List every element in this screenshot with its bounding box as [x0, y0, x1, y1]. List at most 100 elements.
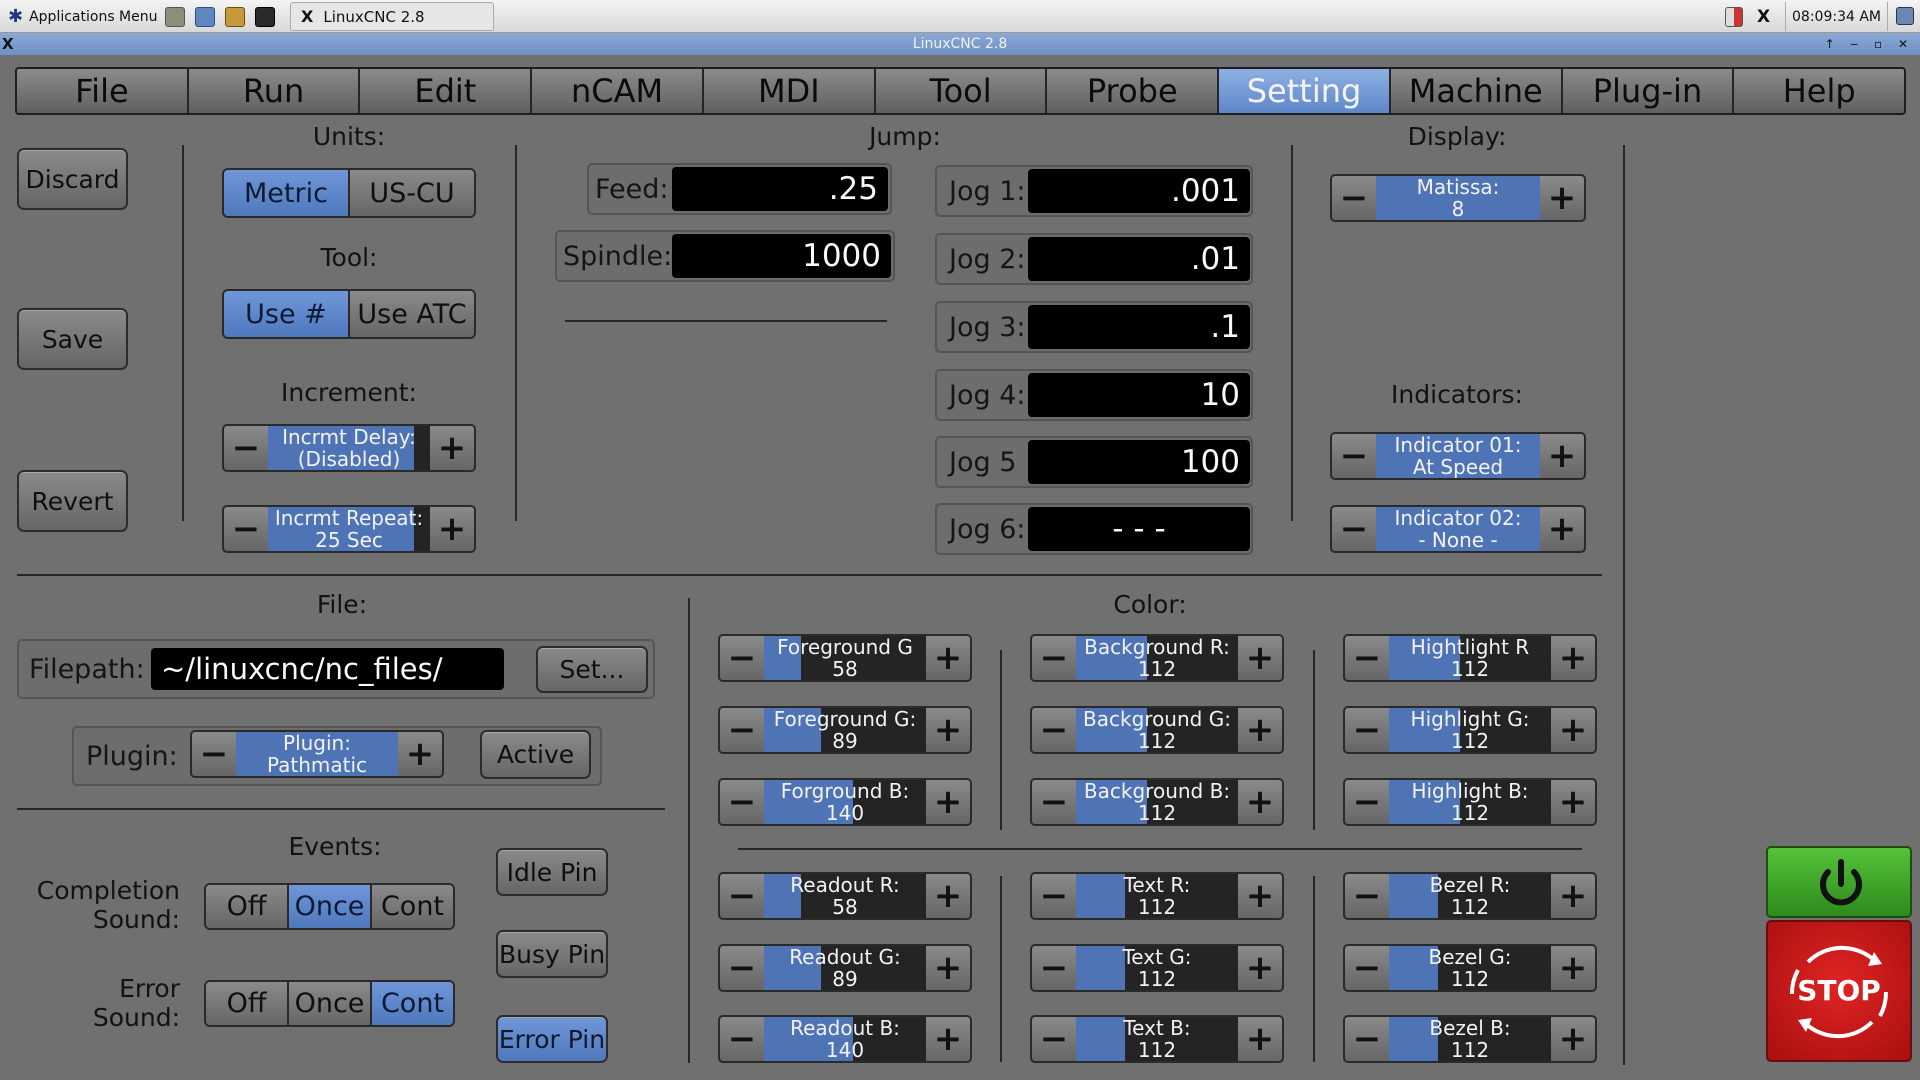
- color-upper-1-2-minus-button[interactable]: −: [1032, 780, 1076, 824]
- jog-2-value-field[interactable]: .01: [1028, 237, 1250, 281]
- tab-help[interactable]: Help: [1734, 69, 1904, 113]
- applications-menu[interactable]: ✱ Applications Menu: [8, 0, 158, 33]
- indicator-02-minus-button[interactable]: −: [1332, 507, 1376, 551]
- color-upper-1-0-plus-button[interactable]: +: [1238, 636, 1282, 680]
- jog-1-value-field[interactable]: .001: [1028, 169, 1250, 213]
- color-lower-2-2-plus-button[interactable]: +: [1551, 1017, 1595, 1061]
- plugin-active-button[interactable]: Active: [480, 730, 591, 779]
- revert-button[interactable]: Revert: [17, 470, 128, 532]
- clock[interactable]: 08:09:34 AM: [1785, 2, 1888, 31]
- error-sound-once-option[interactable]: Once: [289, 982, 372, 1025]
- window-menu-icon[interactable]: X: [2, 33, 14, 55]
- color-lower-2-1-minus-button[interactable]: −: [1345, 946, 1389, 990]
- color-upper-0-0-plus-button[interactable]: +: [926, 636, 970, 680]
- color-upper-2-1-plus-button[interactable]: +: [1551, 708, 1595, 752]
- color-lower-0-2-minus-button[interactable]: −: [720, 1017, 764, 1061]
- tool-use-atc-option[interactable]: Use ATC: [350, 291, 474, 337]
- color-lower-2-0-minus-button[interactable]: −: [1345, 874, 1389, 918]
- color-upper-0-0-minus-button[interactable]: −: [720, 636, 764, 680]
- color-lower-1-0-plus-button[interactable]: +: [1238, 874, 1282, 918]
- color-upper-1-1-plus-button[interactable]: +: [1238, 708, 1282, 752]
- jog-5-value-field[interactable]: 100: [1028, 440, 1250, 484]
- color-lower-1-1-plus-button[interactable]: +: [1238, 946, 1282, 990]
- color-lower-1-0-minus-button[interactable]: −: [1032, 874, 1076, 918]
- indicator-01-minus-button[interactable]: −: [1332, 434, 1376, 478]
- units-metric-option[interactable]: Metric: [224, 170, 350, 216]
- increment-delay-minus-button[interactable]: −: [224, 426, 268, 470]
- x-tray-icon[interactable]: X: [1757, 7, 1770, 27]
- busy-pin-button[interactable]: Busy Pin: [496, 930, 608, 978]
- color-lower-2-2-minus-button[interactable]: −: [1345, 1017, 1389, 1061]
- color-lower-0-1-plus-button[interactable]: +: [926, 946, 970, 990]
- display-theme-plus-button[interactable]: +: [1540, 176, 1584, 220]
- filepath-input[interactable]: ~/linuxcnc/nc_files/: [151, 648, 504, 690]
- tab-plugin[interactable]: Plug-in: [1562, 69, 1735, 113]
- color-upper-0-2-plus-button[interactable]: +: [926, 780, 970, 824]
- tab-mdi[interactable]: MDI: [703, 69, 876, 113]
- indicator-02-plus-button[interactable]: +: [1540, 507, 1584, 551]
- color-upper-0-1-minus-button[interactable]: −: [720, 708, 764, 752]
- tool-use-number-option[interactable]: Use #: [224, 291, 350, 337]
- jog-4-value-field[interactable]: 10: [1028, 373, 1250, 417]
- color-lower-1-2-plus-button[interactable]: +: [1238, 1017, 1282, 1061]
- color-upper-0-2-minus-button[interactable]: −: [720, 780, 764, 824]
- plugin-minus-button[interactable]: −: [192, 732, 236, 776]
- color-lower-0-0-plus-button[interactable]: +: [926, 874, 970, 918]
- color-upper-1-0-minus-button[interactable]: −: [1032, 636, 1076, 680]
- error-sound-off-option[interactable]: Off: [206, 982, 289, 1025]
- increment-repeat-minus-button[interactable]: −: [224, 507, 268, 551]
- completion-sound-cont-option[interactable]: Cont: [372, 885, 453, 928]
- terminal-icon[interactable]: [255, 6, 275, 27]
- tab-tool[interactable]: Tool: [875, 69, 1048, 113]
- tab-file[interactable]: File: [17, 69, 189, 113]
- spindle-value-field[interactable]: 1000: [672, 234, 891, 278]
- tab-setting[interactable]: Setting: [1219, 69, 1391, 113]
- window-controls[interactable]: ↑ ‒ ▫ ✕: [1825, 33, 1914, 55]
- jog-3-value-field[interactable]: .1: [1028, 305, 1250, 349]
- units-uscu-option[interactable]: US-CU: [350, 170, 474, 216]
- jog-6-value-field[interactable]: - - -: [1028, 507, 1250, 551]
- plugin-plus-button[interactable]: +: [398, 732, 442, 776]
- completion-sound-once-option[interactable]: Once: [289, 885, 372, 928]
- color-upper-2-1-minus-button[interactable]: −: [1345, 708, 1389, 752]
- error-sound-cont-option[interactable]: Cont: [372, 982, 453, 1025]
- completion-sound-off-option[interactable]: Off: [206, 885, 289, 928]
- tab-ncam[interactable]: nCAM: [532, 69, 704, 113]
- color-upper-2-0-plus-button[interactable]: +: [1551, 636, 1595, 680]
- color-upper-2-0-minus-button[interactable]: −: [1345, 636, 1389, 680]
- idle-pin-button[interactable]: Idle Pin: [496, 848, 608, 896]
- tab-machine[interactable]: Machine: [1390, 69, 1563, 113]
- increment-delay-plus-button[interactable]: +: [430, 426, 474, 470]
- feed-value-field[interactable]: .25: [672, 167, 888, 211]
- folder-icon[interactable]: [195, 6, 215, 27]
- color-lower-2-0-plus-button[interactable]: +: [1551, 874, 1595, 918]
- color-upper-1-1-minus-button[interactable]: −: [1032, 708, 1076, 752]
- power-manager-icon[interactable]: [1725, 6, 1743, 27]
- taskbar-window-button[interactable]: X LinuxCNC 2.8: [290, 2, 494, 31]
- save-button[interactable]: Save: [17, 308, 128, 370]
- color-lower-2-1-plus-button[interactable]: +: [1551, 946, 1595, 990]
- tab-edit[interactable]: Edit: [360, 69, 533, 113]
- discard-button[interactable]: Discard: [17, 148, 128, 210]
- color-lower-0-0-minus-button[interactable]: −: [720, 874, 764, 918]
- tab-run[interactable]: Run: [188, 69, 361, 113]
- increment-repeat-plus-button[interactable]: +: [430, 507, 474, 551]
- color-lower-1-2-minus-button[interactable]: −: [1032, 1017, 1076, 1061]
- color-lower-0-2-plus-button[interactable]: +: [926, 1017, 970, 1061]
- emergency-stop-button[interactable]: STOP: [1766, 920, 1912, 1062]
- color-lower-0-1-minus-button[interactable]: −: [720, 946, 764, 990]
- color-lower-1-1-minus-button[interactable]: −: [1032, 946, 1076, 990]
- display-theme-minus-button[interactable]: −: [1332, 176, 1376, 220]
- set-filepath-button[interactable]: Set...: [536, 646, 648, 693]
- color-upper-2-2-minus-button[interactable]: −: [1345, 780, 1389, 824]
- tab-probe[interactable]: Probe: [1047, 69, 1220, 113]
- color-upper-2-2-plus-button[interactable]: +: [1551, 780, 1595, 824]
- network-icon[interactable]: [1896, 7, 1914, 25]
- indicator-01-plus-button[interactable]: +: [1540, 434, 1584, 478]
- screenshot-icon[interactable]: [165, 6, 185, 27]
- color-upper-1-2-plus-button[interactable]: +: [1238, 780, 1282, 824]
- machine-power-button[interactable]: [1766, 846, 1912, 918]
- text-editor-icon[interactable]: [225, 6, 245, 27]
- error-pin-button[interactable]: Error Pin: [496, 1015, 608, 1063]
- color-upper-0-1-plus-button[interactable]: +: [926, 708, 970, 752]
